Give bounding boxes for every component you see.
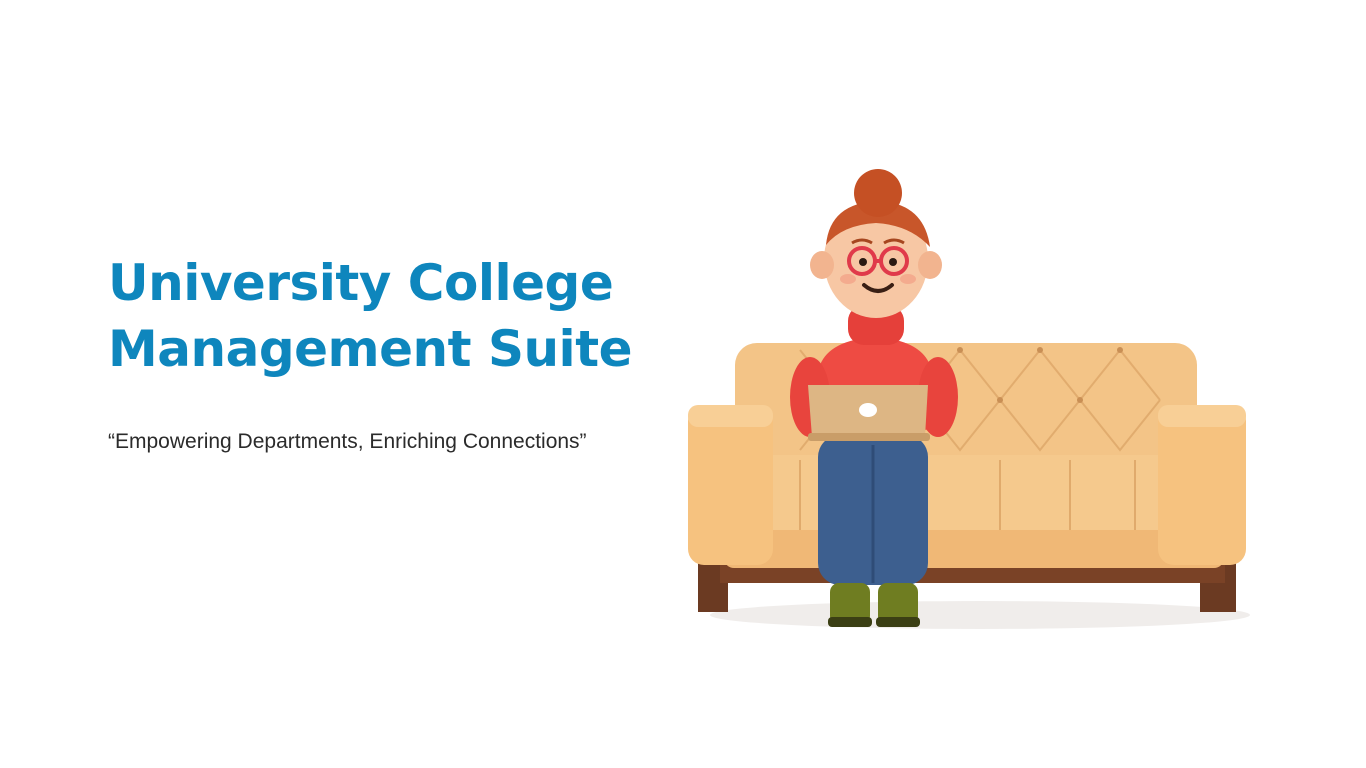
- hero-title-line-1: University College: [108, 254, 614, 312]
- hero-heading: University College Management Suite: [108, 250, 668, 382]
- hero-title-line-2: Management Suite: [108, 320, 633, 378]
- person-on-sofa-illustration-icon: [680, 165, 1260, 645]
- hero-tagline: “Empowering Departments, Enriching Conne…: [108, 430, 587, 453]
- landing-page: University College Management Suite “Emp…: [0, 0, 1366, 768]
